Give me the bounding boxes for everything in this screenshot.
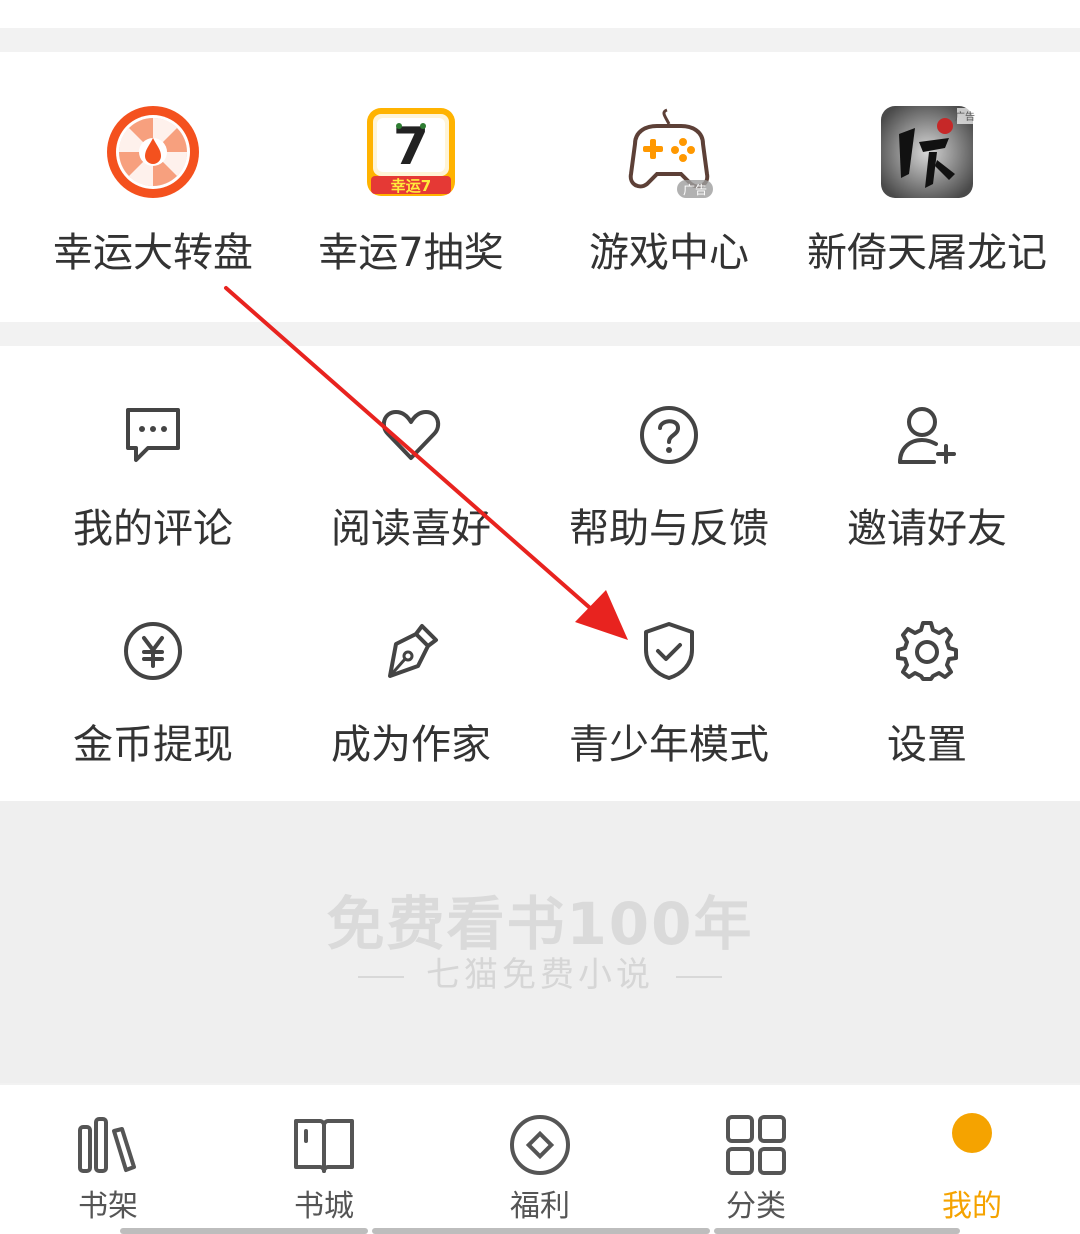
tab-label: 书城	[294, 1189, 354, 1224]
banner-subtitle-row: 七猫免费小说	[0, 947, 1080, 996]
grid-icon	[726, 1115, 786, 1175]
lucky7-badge: 幸运7	[391, 177, 431, 195]
menu-item-settings[interactable]: 设置	[792, 572, 1062, 772]
gear-icon	[896, 621, 958, 681]
pen-icon	[388, 624, 438, 678]
banner-subtitle: 七猫免费小说	[426, 955, 654, 995]
divider	[676, 975, 722, 978]
tab-label: 分类	[726, 1189, 786, 1224]
bottom-tab-bar: 书架 书城 福利 分类 我的	[0, 1085, 1080, 1234]
comment-icon	[126, 408, 180, 462]
tab-profile[interactable]: 我的	[864, 1085, 1080, 1234]
promo-banner: 免费看书100年 七猫免费小说	[0, 801, 1080, 1083]
book-icon	[294, 1119, 354, 1173]
ad-tag: 广告	[683, 183, 707, 197]
promo-game-ad[interactable]: 广告 新倚天屠龙记	[792, 52, 1062, 322]
yen-icon	[124, 622, 182, 680]
heart-icon	[381, 410, 441, 460]
menu-item-comments[interactable]: 我的评论	[18, 356, 288, 556]
menu-item-become-writer[interactable]: 成为作家	[276, 572, 546, 772]
menu-item-teen-mode[interactable]: 青少年模式	[534, 572, 804, 772]
menu-label: 设置	[887, 722, 967, 768]
divider	[358, 975, 404, 978]
tab-label: 福利	[510, 1189, 570, 1224]
promo-label: 幸运大转盘	[53, 230, 253, 276]
promo-label: 游戏中心	[589, 230, 749, 276]
lucky7-icon: 7 幸运7	[367, 108, 455, 196]
promo-label: 幸运7抽奖	[318, 230, 504, 276]
gamepad-icon: 广告	[628, 108, 713, 198]
menu-item-invite-friends[interactable]: 邀请好友	[792, 356, 1062, 556]
menu-label: 成为作家	[331, 722, 491, 768]
menu-section: 我的评论 阅读喜好 帮助与反馈 邀请好友 金币提现 成为作家 青少年模式 设置	[0, 346, 1080, 801]
menu-item-help-feedback[interactable]: 帮助与反馈	[534, 356, 804, 556]
menu-label: 阅读喜好	[331, 506, 491, 552]
tab-label: 书架	[78, 1189, 138, 1224]
tab-category[interactable]: 分类	[648, 1085, 864, 1234]
add-user-icon	[898, 407, 956, 464]
tab-label: 我的	[942, 1189, 1002, 1224]
menu-item-coin-withdraw[interactable]: 金币提现	[18, 572, 288, 772]
home-indicator	[120, 1228, 368, 1234]
top-strip	[0, 0, 1080, 28]
menu-label: 帮助与反馈	[569, 506, 769, 552]
bookshelf-icon	[78, 1117, 136, 1173]
promo-label: 新倚天屠龙记	[807, 230, 1047, 276]
home-indicator	[714, 1228, 960, 1234]
game-ad-icon: 广告	[881, 106, 975, 198]
wheel-icon	[107, 106, 199, 198]
promo-section: 幸运大转盘 7 幸运7 幸运7抽奖 广告 游戏中心 广告 新倚天屠龙记	[0, 52, 1080, 322]
menu-item-reading-preference[interactable]: 阅读喜好	[276, 356, 546, 556]
promo-lucky-wheel[interactable]: 幸运大转盘	[18, 52, 288, 322]
shield-check-icon	[644, 622, 694, 680]
help-icon	[640, 406, 698, 464]
promo-game-center[interactable]: 广告 游戏中心	[534, 52, 804, 322]
menu-label: 我的评论	[73, 506, 233, 552]
profile-dot-icon	[952, 1113, 992, 1153]
menu-label: 青少年模式	[569, 722, 769, 768]
ad-tag: 广告	[955, 110, 975, 123]
promo-lucky7[interactable]: 7 幸运7 幸运7抽奖	[276, 52, 546, 322]
menu-label: 邀请好友	[847, 506, 1007, 552]
tab-bookshelf[interactable]: 书架	[0, 1085, 216, 1234]
menu-label: 金币提现	[73, 722, 233, 768]
home-indicator	[372, 1228, 710, 1234]
tab-welfare[interactable]: 福利	[432, 1085, 648, 1234]
tab-bookstore[interactable]: 书城	[216, 1085, 432, 1234]
diamond-icon	[510, 1115, 570, 1175]
